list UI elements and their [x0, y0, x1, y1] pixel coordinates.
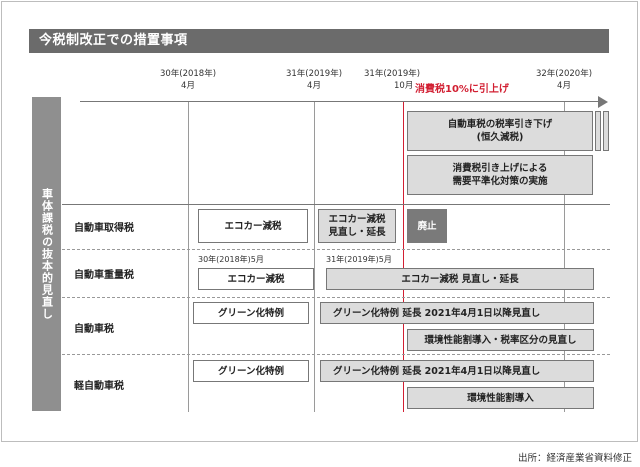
row-label-auto: 自動車税: [74, 324, 114, 335]
row-separator: [62, 204, 610, 205]
diagram-title: 今税制改正での措置事項: [29, 29, 609, 53]
auto-green-box: グリーン化特例: [193, 302, 309, 324]
acquisition-eco-review-box: エコカー減税 見直し・延長: [318, 209, 396, 243]
row-label-weight: 自動車重量税: [74, 270, 134, 281]
header-2019-apr: 31年(2019年) 4月: [274, 68, 354, 92]
side-label: 車体課税の抜本的見直し: [32, 97, 61, 411]
header-month: 4月: [181, 81, 195, 91]
acquisition-abolish-box: 廃止: [407, 209, 447, 243]
weight-eco-review-box: エコカー減税 見直し・延長: [326, 268, 594, 290]
weight-sub-2019: 31年(2019年)5月: [326, 255, 392, 264]
auto-tax-cut-box-tab: [595, 111, 601, 151]
auto-env-box: 環境性能割導入・税率区分の見直し: [407, 329, 594, 351]
header-year: 31年(2019年): [285, 69, 343, 79]
row-separator: [62, 297, 610, 298]
light-green-box: グリーン化特例: [193, 360, 309, 382]
header-2018-apr: 30年(2018年) 4月: [148, 68, 228, 92]
vline-2019-apr: [314, 102, 315, 412]
auto-tax-cut-box: 自動車税の税率引き下げ (恒久減税): [407, 111, 593, 151]
weight-eco-box: エコカー減税: [198, 268, 314, 290]
header-2020-apr: 32年(2020年) 4月: [524, 68, 604, 92]
header-year: 30年(2018年): [159, 69, 217, 79]
light-env-box: 環境性能割導入: [407, 387, 594, 409]
acquisition-eco-box: エコカー減税: [198, 209, 308, 243]
tax-hike-label: 消費税10%に引上げ: [415, 84, 509, 95]
row-label-light: 軽自動車税: [74, 381, 124, 392]
timeline-arrowhead: [598, 96, 608, 108]
source-note: 出所：経済産業省資料修正: [517, 453, 632, 464]
header-year: 32年(2020年): [535, 69, 593, 79]
timeline-arrow: [80, 101, 600, 102]
auto-tax-cut-box-tab: [603, 111, 609, 151]
demand-measures-box: 消費税引き上げによる 需要平準化対策の実施: [407, 155, 593, 195]
vline-2018-apr: [188, 102, 189, 412]
header-year: 31年(2019年): [364, 69, 421, 79]
header-month: 4月: [307, 81, 321, 91]
auto-green-ext-box: グリーン化特例 延長 2021年4月1日以降見直し: [320, 302, 594, 324]
weight-sub-2018: 30年(2018年)5月: [198, 255, 264, 264]
row-separator: [62, 354, 610, 355]
row-separator: [62, 249, 610, 250]
header-month: 4月: [557, 81, 571, 91]
row-label-acquisition: 自動車取得税: [74, 223, 134, 234]
light-green-ext-box: グリーン化特例 延長 2021年4月1日以降見直し: [320, 360, 594, 382]
